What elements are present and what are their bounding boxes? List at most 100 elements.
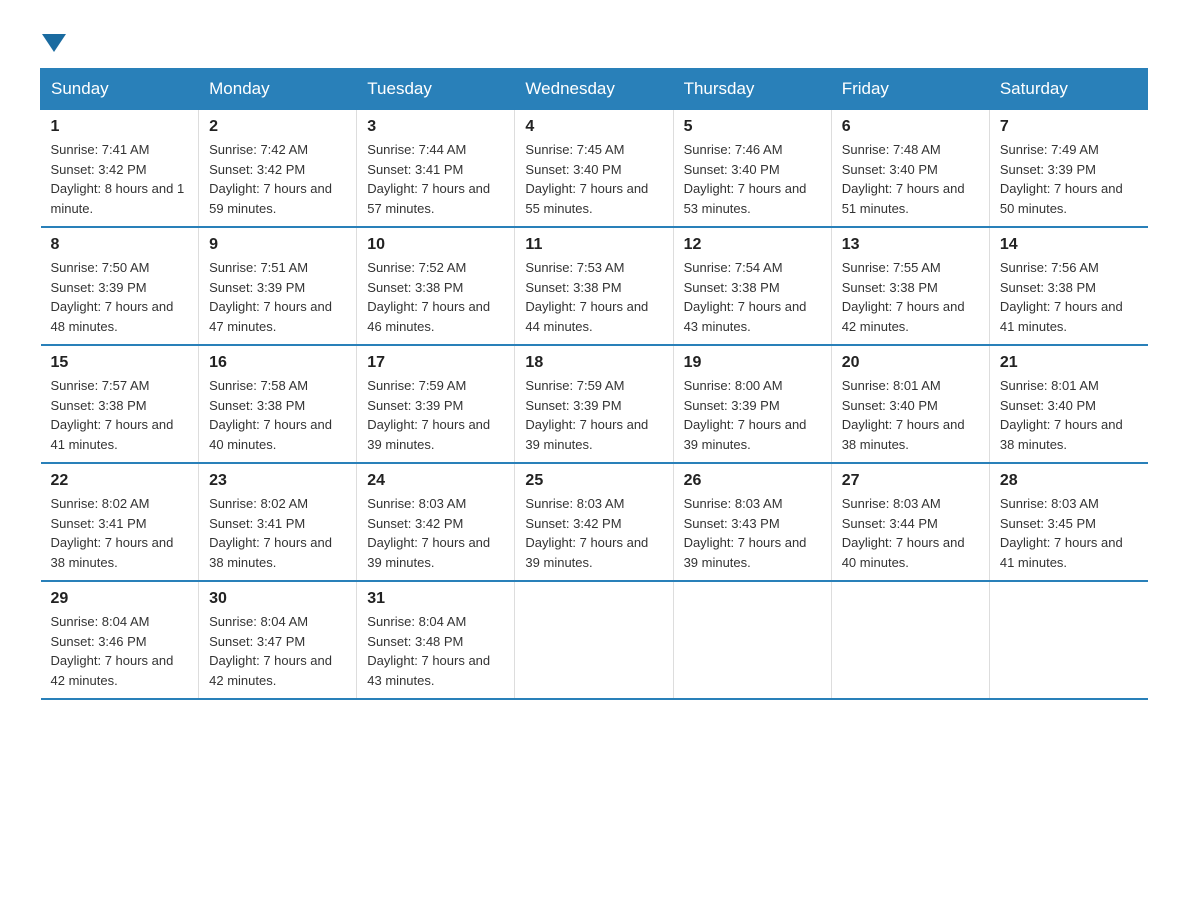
day-info: Sunrise: 7:48 AM Sunset: 3:40 PM Dayligh…: [842, 140, 979, 218]
day-number: 8: [51, 236, 189, 254]
day-info: Sunrise: 8:03 AM Sunset: 3:43 PM Dayligh…: [684, 494, 821, 572]
calendar-cell: 10 Sunrise: 7:52 AM Sunset: 3:38 PM Dayl…: [357, 227, 515, 345]
calendar-cell: 12 Sunrise: 7:54 AM Sunset: 3:38 PM Dayl…: [673, 227, 831, 345]
calendar-cell: 26 Sunrise: 8:03 AM Sunset: 3:43 PM Dayl…: [673, 463, 831, 581]
calendar-cell: 9 Sunrise: 7:51 AM Sunset: 3:39 PM Dayli…: [199, 227, 357, 345]
day-number: 29: [51, 590, 189, 608]
calendar-cell: 8 Sunrise: 7:50 AM Sunset: 3:39 PM Dayli…: [41, 227, 199, 345]
calendar-cell: 28 Sunrise: 8:03 AM Sunset: 3:45 PM Dayl…: [989, 463, 1147, 581]
day-number: 1: [51, 118, 189, 136]
day-number: 6: [842, 118, 979, 136]
day-info: Sunrise: 7:58 AM Sunset: 3:38 PM Dayligh…: [209, 376, 346, 454]
week-row-2: 8 Sunrise: 7:50 AM Sunset: 3:39 PM Dayli…: [41, 227, 1148, 345]
day-info: Sunrise: 7:42 AM Sunset: 3:42 PM Dayligh…: [209, 140, 346, 218]
day-number: 22: [51, 472, 189, 490]
page-header: [40, 30, 1148, 48]
header-saturday: Saturday: [989, 69, 1147, 110]
day-number: 9: [209, 236, 346, 254]
day-info: Sunrise: 7:49 AM Sunset: 3:39 PM Dayligh…: [1000, 140, 1138, 218]
day-number: 19: [684, 354, 821, 372]
day-number: 18: [525, 354, 662, 372]
calendar-cell: [673, 581, 831, 699]
day-info: Sunrise: 7:41 AM Sunset: 3:42 PM Dayligh…: [51, 140, 189, 218]
day-info: Sunrise: 7:59 AM Sunset: 3:39 PM Dayligh…: [525, 376, 662, 454]
calendar-table: SundayMondayTuesdayWednesdayThursdayFrid…: [40, 68, 1148, 700]
calendar-cell: 11 Sunrise: 7:53 AM Sunset: 3:38 PM Dayl…: [515, 227, 673, 345]
calendar-cell: 20 Sunrise: 8:01 AM Sunset: 3:40 PM Dayl…: [831, 345, 989, 463]
calendar-cell: 6 Sunrise: 7:48 AM Sunset: 3:40 PM Dayli…: [831, 110, 989, 228]
calendar-cell: 13 Sunrise: 7:55 AM Sunset: 3:38 PM Dayl…: [831, 227, 989, 345]
day-number: 20: [842, 354, 979, 372]
day-number: 10: [367, 236, 504, 254]
calendar-header: SundayMondayTuesdayWednesdayThursdayFrid…: [41, 69, 1148, 110]
calendar-cell: 3 Sunrise: 7:44 AM Sunset: 3:41 PM Dayli…: [357, 110, 515, 228]
calendar-cell: [989, 581, 1147, 699]
calendar-cell: 29 Sunrise: 8:04 AM Sunset: 3:46 PM Dayl…: [41, 581, 199, 699]
calendar-cell: 30 Sunrise: 8:04 AM Sunset: 3:47 PM Dayl…: [199, 581, 357, 699]
calendar-body: 1 Sunrise: 7:41 AM Sunset: 3:42 PM Dayli…: [41, 110, 1148, 700]
calendar-cell: 14 Sunrise: 7:56 AM Sunset: 3:38 PM Dayl…: [989, 227, 1147, 345]
day-number: 14: [1000, 236, 1138, 254]
calendar-cell: 23 Sunrise: 8:02 AM Sunset: 3:41 PM Dayl…: [199, 463, 357, 581]
calendar-cell: 7 Sunrise: 7:49 AM Sunset: 3:39 PM Dayli…: [989, 110, 1147, 228]
day-info: Sunrise: 8:01 AM Sunset: 3:40 PM Dayligh…: [842, 376, 979, 454]
day-info: Sunrise: 7:51 AM Sunset: 3:39 PM Dayligh…: [209, 258, 346, 336]
calendar-cell: 19 Sunrise: 8:00 AM Sunset: 3:39 PM Dayl…: [673, 345, 831, 463]
day-info: Sunrise: 8:00 AM Sunset: 3:39 PM Dayligh…: [684, 376, 821, 454]
day-number: 31: [367, 590, 504, 608]
day-info: Sunrise: 8:01 AM Sunset: 3:40 PM Dayligh…: [1000, 376, 1138, 454]
calendar-cell: 5 Sunrise: 7:46 AM Sunset: 3:40 PM Dayli…: [673, 110, 831, 228]
day-info: Sunrise: 8:03 AM Sunset: 3:45 PM Dayligh…: [1000, 494, 1138, 572]
calendar-cell: 27 Sunrise: 8:03 AM Sunset: 3:44 PM Dayl…: [831, 463, 989, 581]
day-info: Sunrise: 7:45 AM Sunset: 3:40 PM Dayligh…: [525, 140, 662, 218]
header-monday: Monday: [199, 69, 357, 110]
day-info: Sunrise: 7:46 AM Sunset: 3:40 PM Dayligh…: [684, 140, 821, 218]
calendar-cell: [831, 581, 989, 699]
week-row-4: 22 Sunrise: 8:02 AM Sunset: 3:41 PM Dayl…: [41, 463, 1148, 581]
day-info: Sunrise: 8:02 AM Sunset: 3:41 PM Dayligh…: [51, 494, 189, 572]
week-row-5: 29 Sunrise: 8:04 AM Sunset: 3:46 PM Dayl…: [41, 581, 1148, 699]
day-number: 27: [842, 472, 979, 490]
calendar-cell: 15 Sunrise: 7:57 AM Sunset: 3:38 PM Dayl…: [41, 345, 199, 463]
day-info: Sunrise: 7:44 AM Sunset: 3:41 PM Dayligh…: [367, 140, 504, 218]
day-number: 21: [1000, 354, 1138, 372]
day-number: 25: [525, 472, 662, 490]
day-number: 24: [367, 472, 504, 490]
calendar-cell: 24 Sunrise: 8:03 AM Sunset: 3:42 PM Dayl…: [357, 463, 515, 581]
day-info: Sunrise: 8:04 AM Sunset: 3:47 PM Dayligh…: [209, 612, 346, 690]
day-info: Sunrise: 7:53 AM Sunset: 3:38 PM Dayligh…: [525, 258, 662, 336]
day-info: Sunrise: 8:03 AM Sunset: 3:42 PM Dayligh…: [367, 494, 504, 572]
week-row-1: 1 Sunrise: 7:41 AM Sunset: 3:42 PM Dayli…: [41, 110, 1148, 228]
day-number: 13: [842, 236, 979, 254]
calendar-cell: 22 Sunrise: 8:02 AM Sunset: 3:41 PM Dayl…: [41, 463, 199, 581]
logo-arrow-icon: [42, 34, 66, 52]
day-number: 5: [684, 118, 821, 136]
calendar-cell: 1 Sunrise: 7:41 AM Sunset: 3:42 PM Dayli…: [41, 110, 199, 228]
day-number: 2: [209, 118, 346, 136]
calendar-cell: 21 Sunrise: 8:01 AM Sunset: 3:40 PM Dayl…: [989, 345, 1147, 463]
day-info: Sunrise: 8:02 AM Sunset: 3:41 PM Dayligh…: [209, 494, 346, 572]
day-info: Sunrise: 7:52 AM Sunset: 3:38 PM Dayligh…: [367, 258, 504, 336]
header-row: SundayMondayTuesdayWednesdayThursdayFrid…: [41, 69, 1148, 110]
day-number: 4: [525, 118, 662, 136]
calendar-cell: 4 Sunrise: 7:45 AM Sunset: 3:40 PM Dayli…: [515, 110, 673, 228]
day-number: 23: [209, 472, 346, 490]
week-row-3: 15 Sunrise: 7:57 AM Sunset: 3:38 PM Dayl…: [41, 345, 1148, 463]
day-info: Sunrise: 8:04 AM Sunset: 3:48 PM Dayligh…: [367, 612, 504, 690]
day-info: Sunrise: 7:50 AM Sunset: 3:39 PM Dayligh…: [51, 258, 189, 336]
day-number: 28: [1000, 472, 1138, 490]
day-info: Sunrise: 7:59 AM Sunset: 3:39 PM Dayligh…: [367, 376, 504, 454]
day-number: 3: [367, 118, 504, 136]
day-info: Sunrise: 7:54 AM Sunset: 3:38 PM Dayligh…: [684, 258, 821, 336]
calendar-cell: 17 Sunrise: 7:59 AM Sunset: 3:39 PM Dayl…: [357, 345, 515, 463]
header-thursday: Thursday: [673, 69, 831, 110]
day-number: 15: [51, 354, 189, 372]
day-number: 12: [684, 236, 821, 254]
logo: [40, 30, 68, 48]
calendar-cell: 18 Sunrise: 7:59 AM Sunset: 3:39 PM Dayl…: [515, 345, 673, 463]
header-tuesday: Tuesday: [357, 69, 515, 110]
calendar-cell: 2 Sunrise: 7:42 AM Sunset: 3:42 PM Dayli…: [199, 110, 357, 228]
day-info: Sunrise: 8:03 AM Sunset: 3:42 PM Dayligh…: [525, 494, 662, 572]
calendar-cell: 16 Sunrise: 7:58 AM Sunset: 3:38 PM Dayl…: [199, 345, 357, 463]
day-number: 16: [209, 354, 346, 372]
